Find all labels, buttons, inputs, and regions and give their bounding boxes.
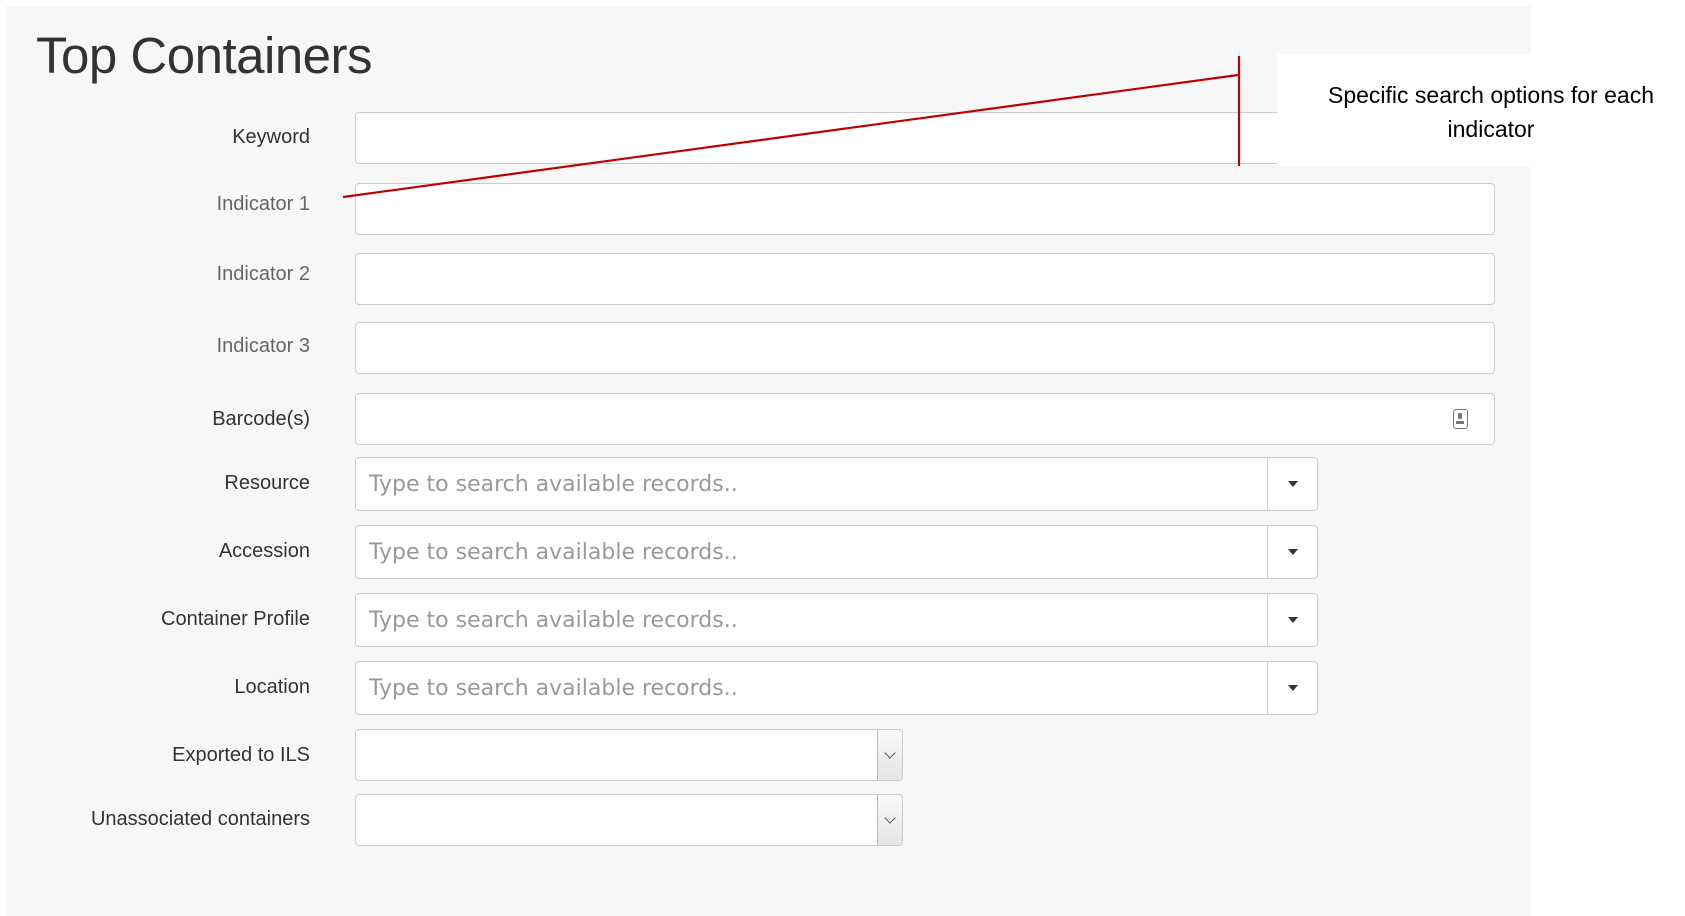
annotation-pointer-line xyxy=(342,73,1239,199)
annotation-lines xyxy=(342,56,1241,199)
